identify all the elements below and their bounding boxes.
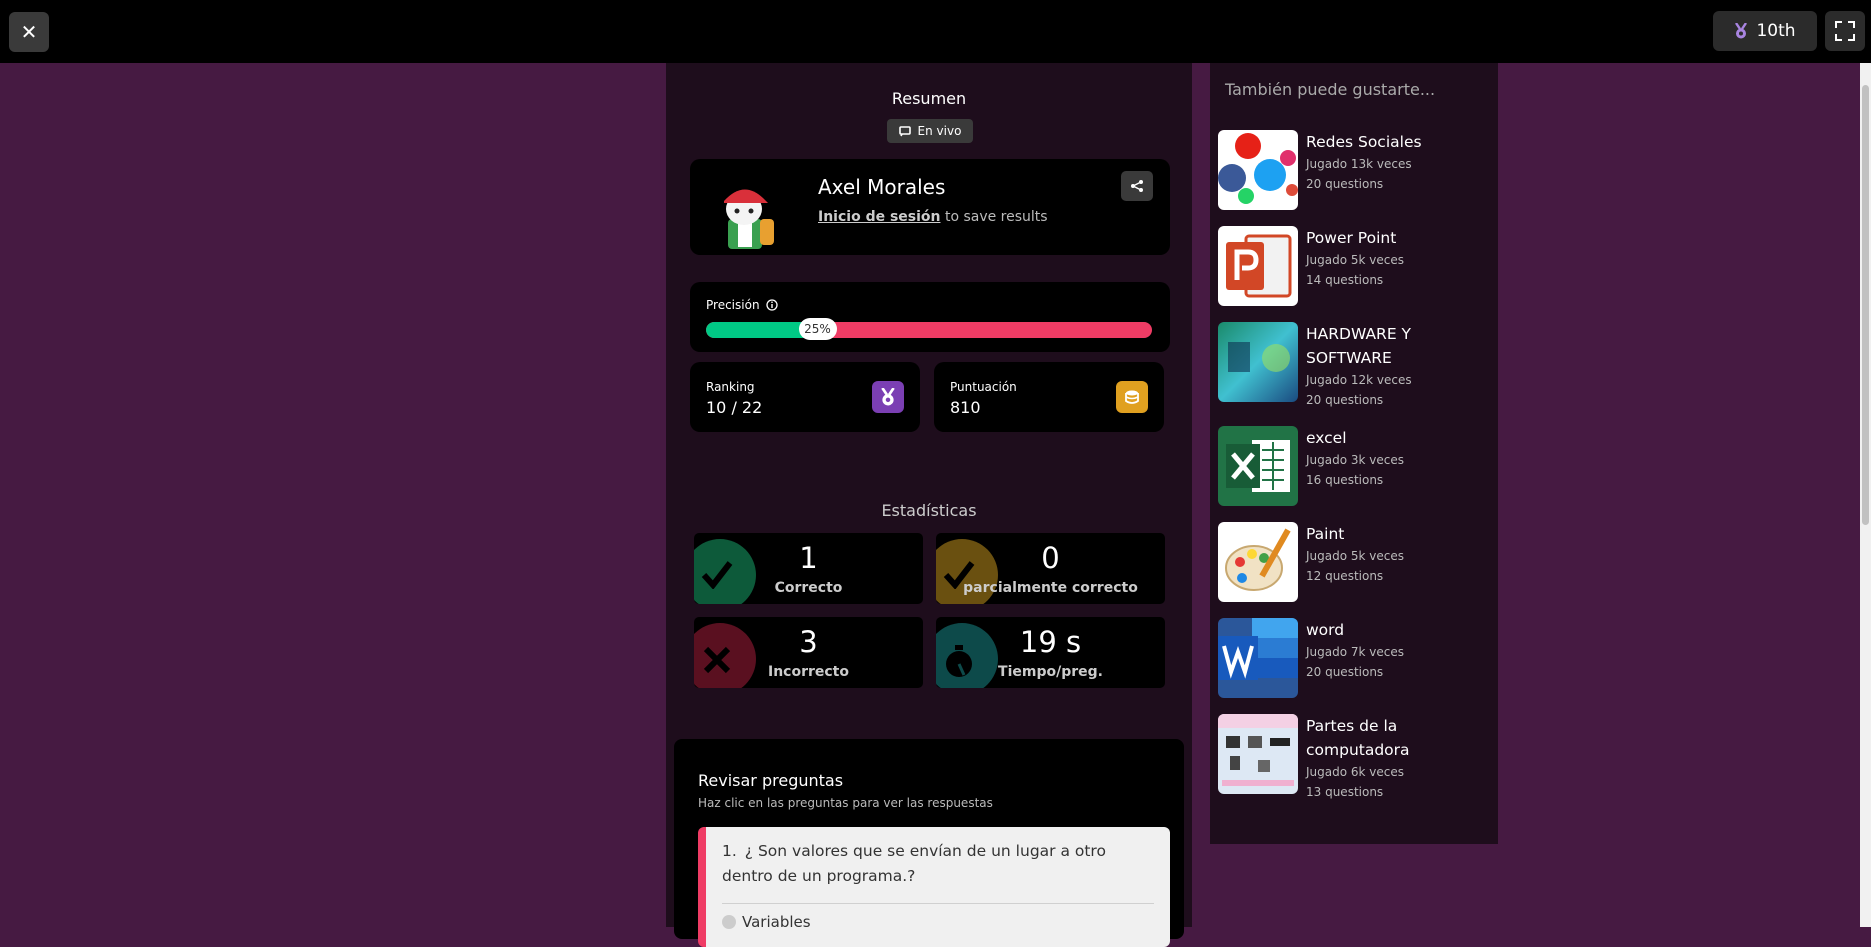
stat-correct-label: Correcto — [774, 580, 843, 596]
ranking-badge — [872, 381, 904, 413]
medal-icon — [881, 388, 895, 406]
quiz-thumbnail-excel — [1218, 426, 1298, 506]
quiz-title: HARDWARE Y SOFTWARE — [1306, 325, 1412, 367]
answer-option-label: Variables — [742, 913, 811, 931]
fullscreen-button[interactable] — [1825, 11, 1865, 51]
quiz-plays: Jugado 5k veces — [1306, 253, 1405, 267]
score-badge — [1116, 381, 1148, 413]
quiz-question-count: 14 questions — [1306, 273, 1384, 287]
profile-card: Axel Morales Inicio de sesión to save re… — [690, 159, 1170, 255]
score-label: Puntuación — [950, 380, 1017, 394]
stat-incorrect-label: Incorrecto — [767, 664, 849, 680]
ranking-label: Ranking — [706, 380, 755, 394]
review-section: Revisar preguntas Haz clic en las pregun… — [674, 739, 1184, 947]
quiz-question-count: 12 questions — [1306, 569, 1384, 583]
share-icon — [1131, 180, 1143, 192]
quiz-info: word Jugado 7k veces 20 questions — [1306, 618, 1486, 682]
quiz-title: word — [1306, 621, 1345, 639]
score-card: Puntuación 810 — [934, 362, 1164, 432]
quiz-thumbnail-paint — [1218, 522, 1298, 602]
quiz-title: Power Point — [1306, 229, 1397, 247]
avatar — [724, 189, 774, 249]
quiz-question-count: 20 questions — [1306, 393, 1384, 407]
ranking-value: 10 / 22 — [706, 398, 763, 417]
quiz-info: Partes de la computadora Jugado 6k veces… — [1306, 714, 1486, 802]
scrollbar-thumb[interactable] — [1862, 85, 1869, 525]
quiz-question-count: 13 questions — [1306, 785, 1384, 799]
quiz-question-count: 20 questions — [1306, 665, 1384, 679]
quiz-thumbnail-social — [1218, 130, 1298, 210]
close-icon: ✕ — [20, 20, 38, 44]
quiz-plays: Jugado 7k veces — [1306, 645, 1405, 659]
question-number: 1. — [722, 842, 737, 860]
quiz-info: HARDWARE Y SOFTWARE Jugado 12k veces 20 … — [1306, 322, 1486, 410]
score-value: 810 — [950, 398, 981, 417]
live-label: En vivo — [917, 124, 962, 138]
question-card[interactable]: 1. ¿ Son valores que se envían de un luga… — [698, 827, 1170, 947]
question-text: ¿ Son valores que se envían de un lugar … — [722, 842, 1106, 885]
rank-pill[interactable]: 10th — [1713, 11, 1817, 51]
quiz-question-count: 16 questions — [1306, 473, 1384, 487]
quiz-title: Partes de la computadora — [1306, 717, 1410, 759]
answer-option: Variables — [722, 913, 811, 931]
stats-title: Estadísticas — [881, 501, 977, 520]
accuracy-label: Precisión — [706, 298, 760, 312]
accuracy-value: 25% — [798, 318, 837, 340]
login-prompt: Inicio de sesión to save results — [818, 209, 1048, 225]
quiz-plays: Jugado 5k veces — [1306, 549, 1405, 563]
quiz-plays: Jugado 12k veces — [1306, 373, 1412, 387]
quiz-info: excel Jugado 3k veces 16 questions — [1306, 426, 1486, 490]
sidebar-title: También puede gustarte... — [1225, 80, 1436, 99]
stat-partial: 0 parcialmente correcto — [936, 533, 1165, 604]
login-link[interactable]: Inicio de sesión — [818, 209, 941, 225]
stat-time-label: Tiempo/preg. — [998, 664, 1103, 680]
top-bar: ✕ 10th — [0, 0, 1871, 63]
summary-title: Resumen — [891, 89, 967, 108]
quiz-thumbnail-powerpoint — [1218, 226, 1298, 306]
page-scrollbar[interactable] — [1860, 63, 1871, 927]
stat-correct: 1 Correcto — [694, 533, 923, 604]
recommendations-sidebar: También puede gustarte... Redes Sociales… — [1210, 63, 1498, 844]
stat-incorrect: 3 Incorrecto — [694, 617, 923, 688]
ranking-card: Ranking 10 / 22 — [690, 362, 920, 432]
quiz-title: excel — [1306, 429, 1347, 447]
quiz-info: Paint Jugado 5k veces 12 questions — [1306, 522, 1486, 586]
review-title: Revisar preguntas — [698, 771, 844, 790]
quiz-thumbnail-hardware — [1218, 322, 1298, 402]
summary-panel: Resumen En vivo Axel Morales Inicio de s… — [666, 63, 1192, 947]
quiz-title: Paint — [1306, 525, 1345, 543]
rank-label: 10th — [1756, 21, 1796, 41]
stat-incorrect-value: 3 — [799, 625, 818, 659]
fullscreen-icon — [1835, 21, 1855, 41]
accuracy-label-row: Precisión — [706, 298, 778, 312]
accuracy-bar — [706, 322, 1152, 338]
stat-partial-value: 0 — [1041, 541, 1060, 575]
player-name: Axel Morales — [818, 175, 946, 199]
medal-icon — [1735, 23, 1748, 39]
stat-time: 19 s Tiempo/preg. — [936, 617, 1165, 688]
login-suffix: to save results — [940, 209, 1048, 225]
stat-partial-label: parcialmente correcto — [963, 580, 1138, 596]
quiz-plays: Jugado 3k veces — [1306, 453, 1405, 467]
quiz-info: Redes Sociales Jugado 13k veces 20 quest… — [1306, 130, 1486, 194]
quiz-plays: Jugado 13k veces — [1306, 157, 1412, 171]
review-subtitle: Haz clic en las preguntas para ver las r… — [698, 796, 993, 810]
quiz-plays: Jugado 6k veces — [1306, 765, 1405, 779]
coins-icon — [1125, 390, 1139, 404]
quiz-question-count: 20 questions — [1306, 177, 1384, 191]
question-text-row: 1. ¿ Son valores que se envían de un luga… — [722, 839, 1154, 889]
close-button[interactable]: ✕ — [9, 12, 49, 52]
quiz-title: Redes Sociales — [1306, 133, 1422, 151]
live-badge[interactable]: En vivo — [887, 119, 973, 143]
accuracy-card: Precisión 25% — [690, 282, 1170, 352]
stat-correct-value: 1 — [799, 541, 818, 575]
live-game-icon — [898, 125, 911, 136]
stat-time-value: 19 s — [1019, 625, 1082, 659]
divider — [722, 903, 1154, 904]
quiz-thumbnail-word — [1218, 618, 1298, 698]
quiz-info: Power Point Jugado 5k veces 14 questions — [1306, 226, 1486, 290]
quiz-thumbnail-computer-parts — [1218, 714, 1298, 794]
info-icon[interactable] — [765, 299, 778, 311]
share-button[interactable] — [1121, 171, 1153, 201]
